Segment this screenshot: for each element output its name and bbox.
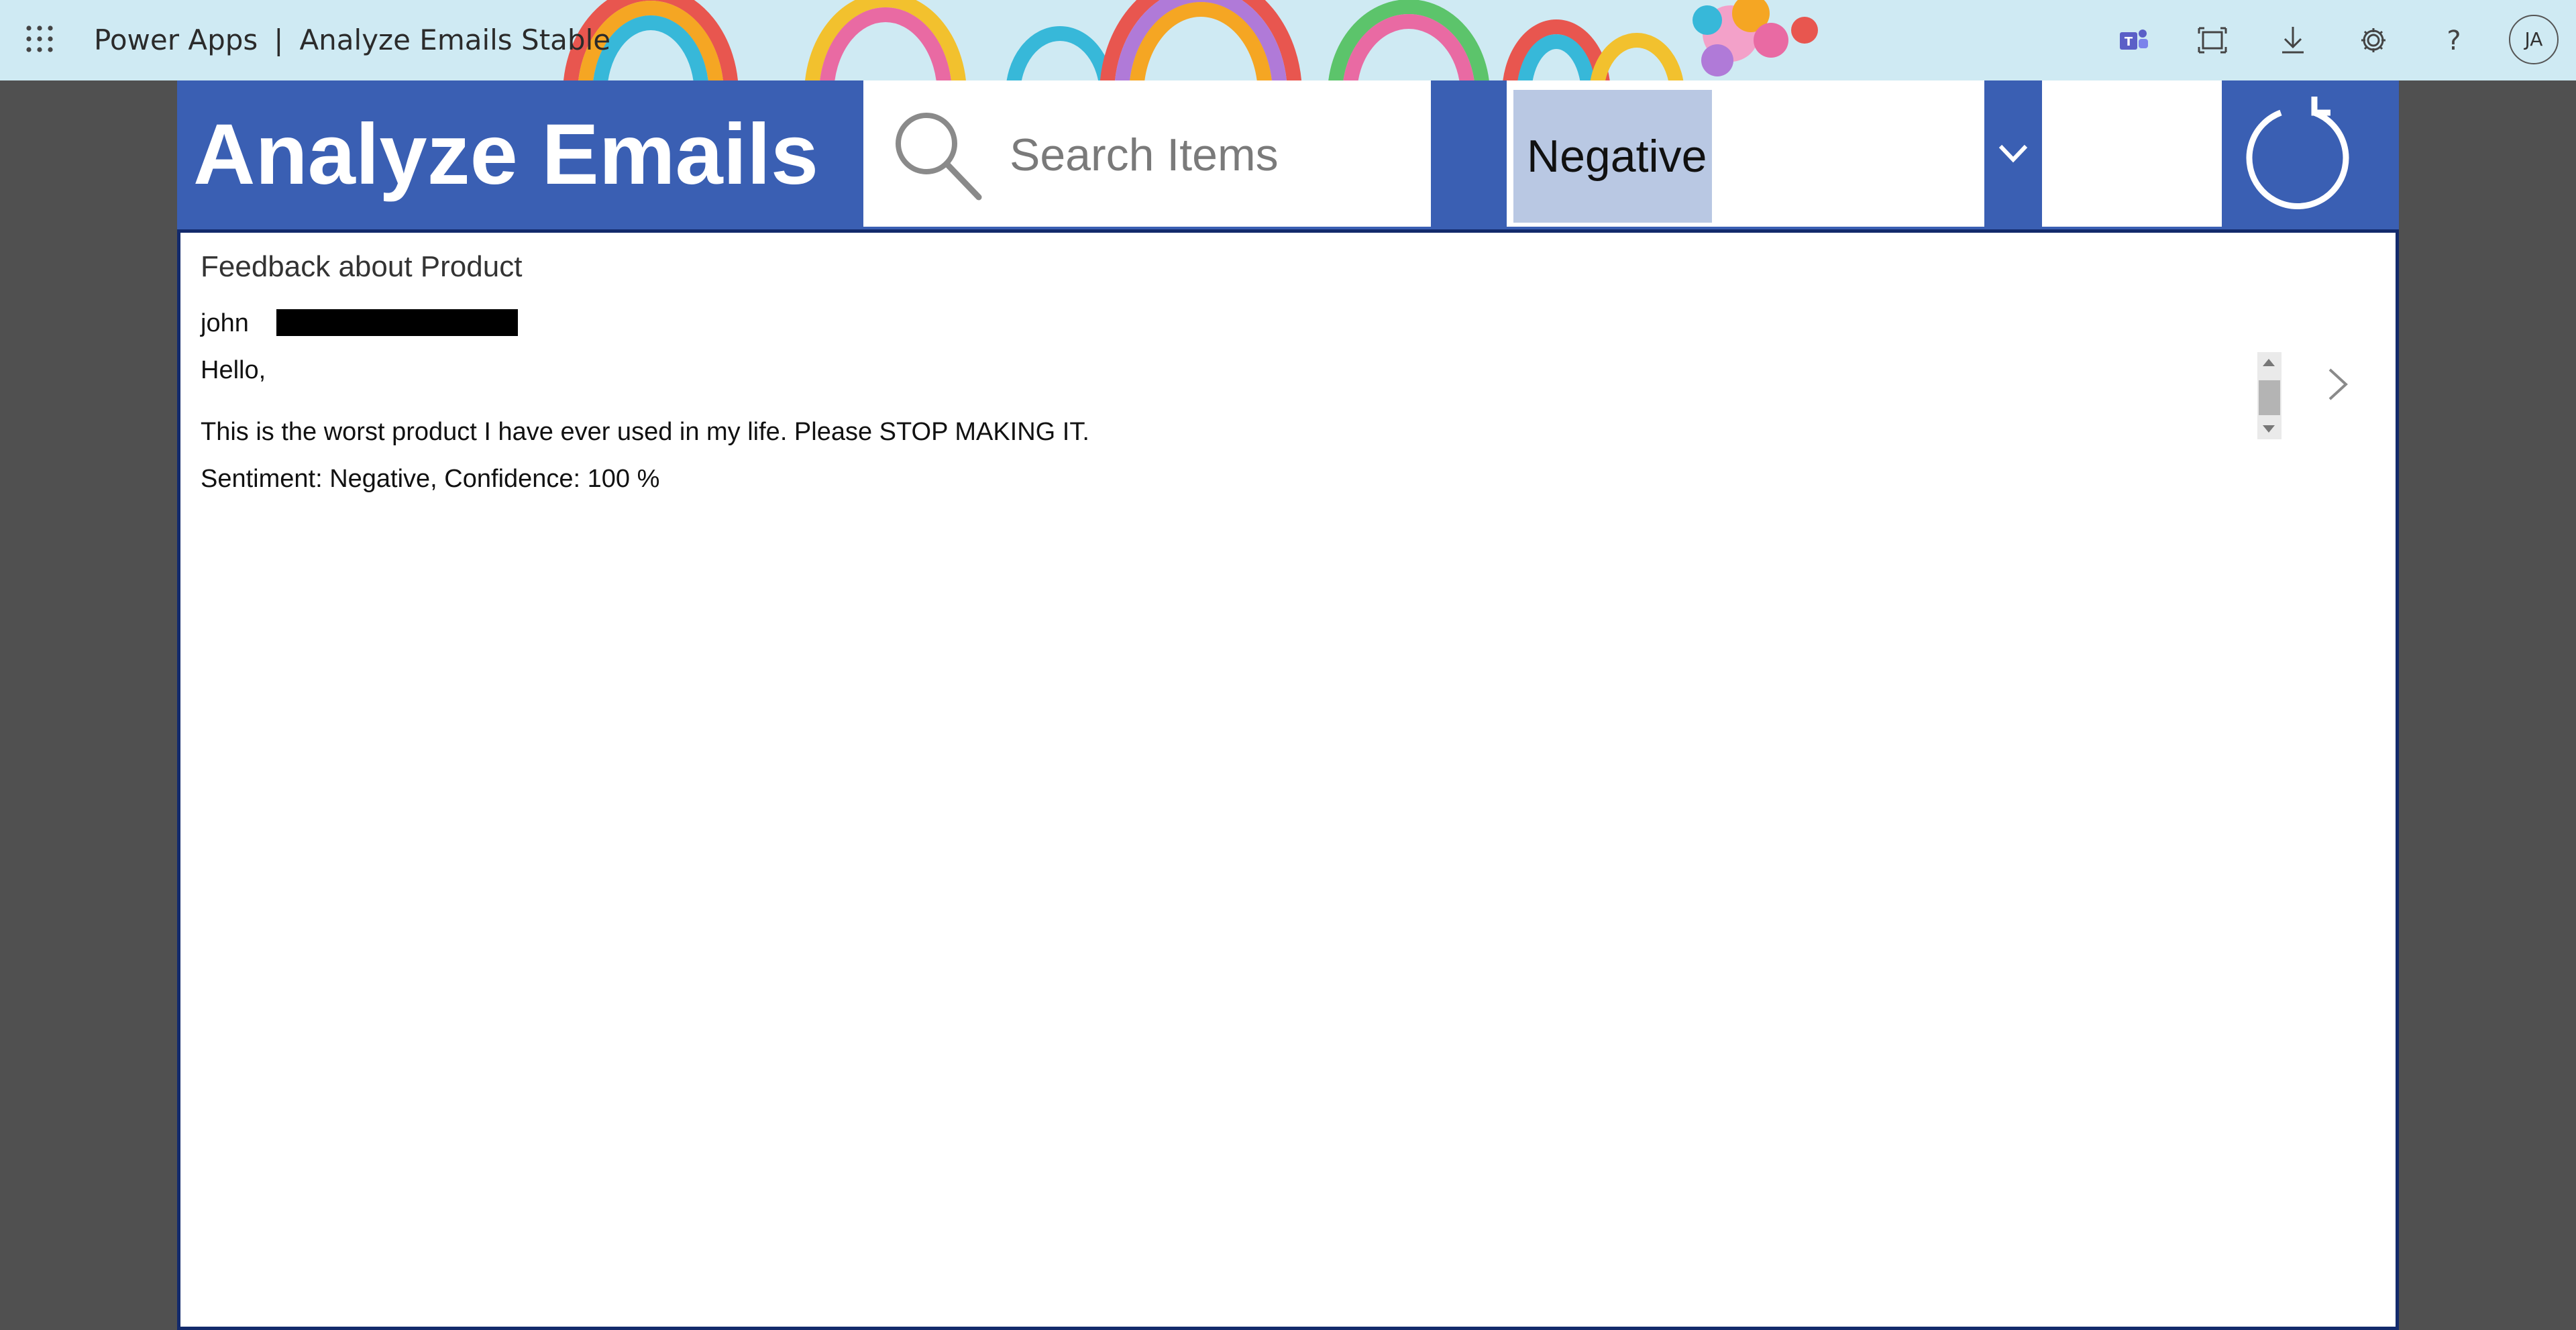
body-scrollbar[interactable] (2257, 352, 2282, 439)
app-header: Analyze Emails Negative (177, 80, 2399, 229)
chevron-right-icon[interactable] (2324, 366, 2351, 403)
undo-button[interactable] (2090, 95, 2210, 215)
app-title: Power Apps | Analyze Emails Stable (94, 0, 610, 80)
dropdown-chevron-button[interactable] (1984, 80, 2042, 227)
scroll-down-icon[interactable] (2263, 425, 2275, 433)
svg-text:?: ? (2447, 25, 2461, 56)
download-icon[interactable] (2273, 20, 2313, 60)
email-body: This is the worst product I have ever us… (201, 418, 1089, 446)
svg-text:T: T (2125, 35, 2133, 49)
sentiment-filter-selected[interactable]: Negative (1513, 90, 1712, 223)
waffle-icon[interactable] (25, 25, 54, 53)
settings-icon[interactable] (2353, 20, 2394, 60)
chevron-down-icon (1998, 144, 2028, 163)
gallery-item[interactable]: Feedback about Product john Hello, This … (180, 233, 2396, 493)
refresh-button[interactable] (2239, 95, 2359, 215)
search-icon (896, 113, 982, 201)
search-input[interactable] (1010, 118, 1412, 192)
search-box[interactable] (863, 80, 1431, 227)
app-name: Power Apps (94, 23, 258, 56)
top-bar: Power Apps | Analyze Emails Stable T ? JA (0, 0, 2576, 80)
app-canvas: Analyze Emails Negative Feedbac (177, 80, 2399, 1330)
email-subject: Feedback about Product (201, 250, 523, 283)
app-title-text: Analyze Emails Stable (299, 23, 611, 56)
avatar[interactable]: JA (2509, 15, 2559, 64)
help-icon[interactable]: ? (2434, 20, 2474, 60)
email-sender: john (201, 309, 518, 338)
page-title: Analyze Emails (193, 107, 818, 203)
emails-gallery: Feedback about Product john Hello, This … (177, 229, 2399, 1330)
sender-visible-text: john (201, 309, 249, 337)
scrollbar-thumb[interactable] (2259, 380, 2280, 415)
fit-to-window-icon[interactable] (2192, 20, 2233, 60)
title-separator: | (274, 23, 284, 56)
scroll-up-icon[interactable] (2263, 359, 2275, 366)
teams-icon[interactable]: T (2113, 20, 2153, 60)
redacted-email (276, 309, 518, 336)
sentiment-result: Sentiment: Negative, Confidence: 100 % (201, 465, 660, 493)
email-greeting: Hello, (201, 356, 266, 384)
